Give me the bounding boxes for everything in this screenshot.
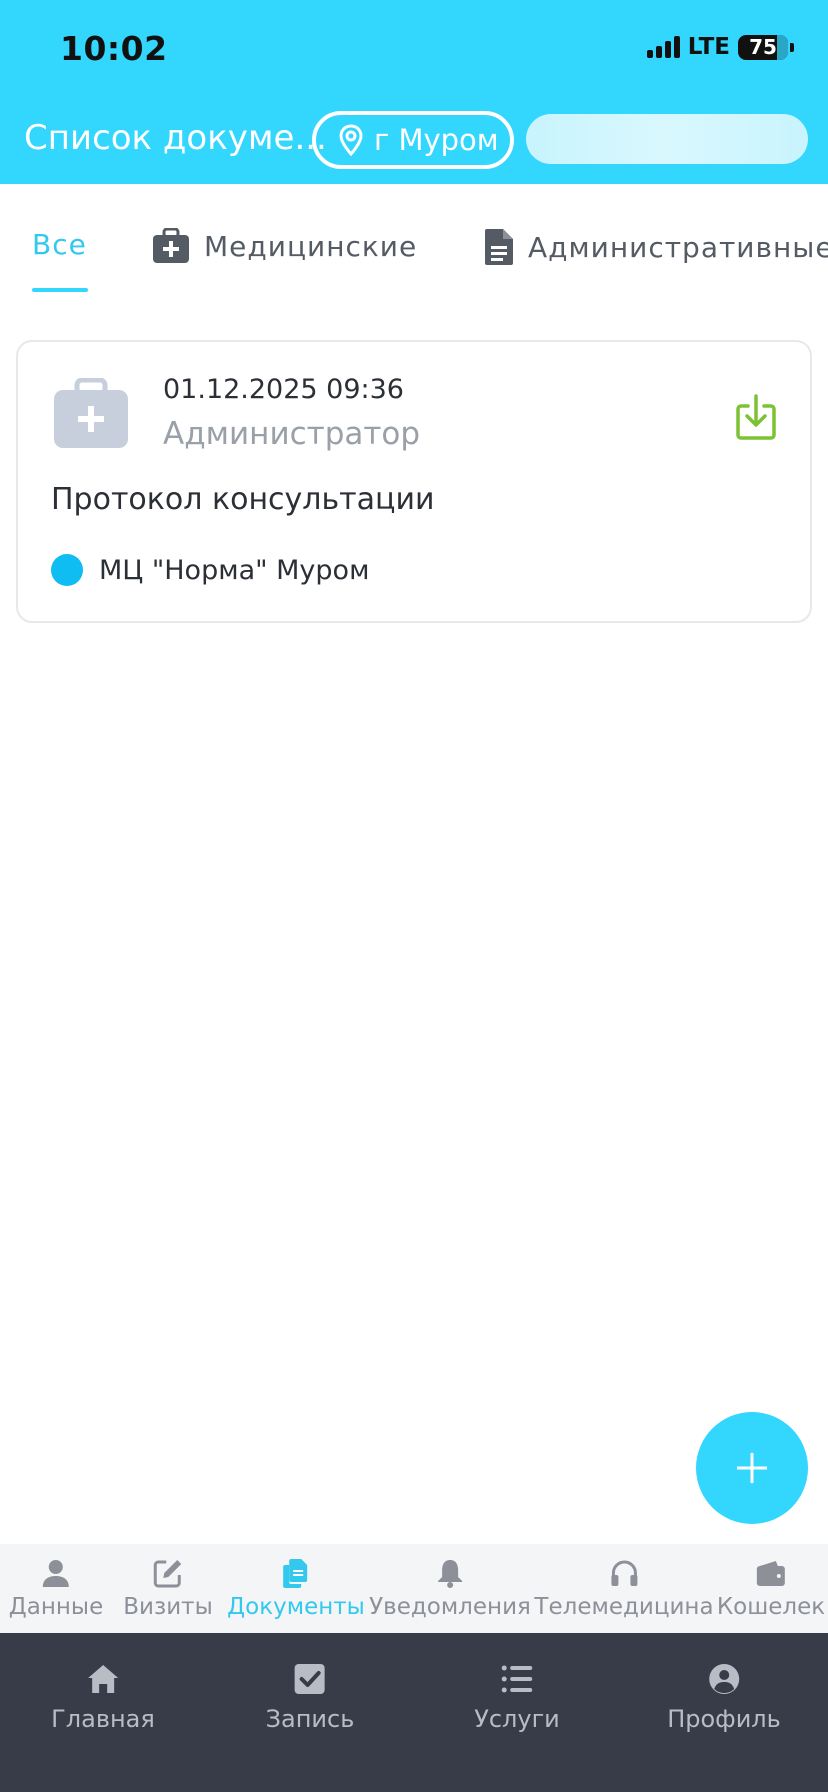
status-indicators: LTE 75 (646, 34, 794, 60)
section-nav-label: Телемедицина (534, 1594, 714, 1620)
city-label: г Муром (374, 123, 499, 157)
bell-icon (438, 1560, 462, 1588)
document-title: Протокол консультации (51, 482, 435, 517)
document-clinic: МЦ "Норма" Муром (51, 554, 369, 586)
section-nav: Данные Визиты Документы Уведомления Теле… (0, 1544, 828, 1633)
clinic-name: МЦ "Норма" Муром (99, 554, 370, 586)
section-nav-label: Документы (227, 1594, 365, 1620)
add-document-button[interactable] (696, 1412, 808, 1524)
status-time: 10:02 (60, 29, 168, 68)
signal-icon (646, 36, 680, 58)
document-card[interactable]: 01.12.2025 09:36 Администратор Протокол … (16, 340, 812, 623)
active-tab-indicator (32, 288, 88, 292)
bottom-nav: Главная Запись Услуги Профиль (0, 1633, 828, 1792)
documents-icon (282, 1559, 307, 1588)
page-title: Список докуме... (24, 118, 327, 158)
profile-icon (708, 1664, 739, 1694)
bottom-nav-label: Профиль (667, 1705, 781, 1733)
edit-icon (153, 1560, 181, 1588)
bottom-nav-label: Главная (51, 1705, 155, 1733)
battery-level: 75 (749, 34, 777, 59)
section-nav-item-notifications[interactable]: Уведомления (369, 1558, 531, 1620)
list-icon (501, 1665, 532, 1693)
tab-all[interactable]: Все (32, 228, 87, 261)
tab-label: Административные (528, 230, 828, 264)
app-screen: 10:02 LTE 75 Список докуме... г Муром Вс… (0, 0, 828, 1792)
section-nav-label: Кошелек (716, 1594, 826, 1620)
bottom-nav-label: Запись (265, 1705, 355, 1733)
document-author: Администратор (163, 416, 421, 452)
section-nav-item-wallet[interactable]: Кошелек (717, 1558, 825, 1620)
section-nav-item-data[interactable]: Данные (9, 1558, 103, 1620)
headphones-icon (610, 1560, 637, 1586)
section-nav-item-telemedicine[interactable]: Телемедицина (534, 1558, 714, 1620)
bottom-nav-label: Услуги (474, 1705, 560, 1733)
network-type: LTE (687, 34, 730, 60)
bottom-nav-item-profile[interactable]: Профиль (667, 1663, 781, 1733)
city-selector[interactable]: г Муром (312, 111, 514, 169)
location-pin-icon (339, 124, 363, 156)
download-icon[interactable] (736, 394, 776, 440)
wallet-icon (757, 1561, 785, 1586)
checkbox-icon (294, 1664, 325, 1694)
tab-label: Медицинские (204, 229, 418, 263)
battery-tip (790, 42, 794, 52)
bottom-nav-item-booking[interactable]: Запись (265, 1663, 355, 1733)
section-nav-label: Уведомления (369, 1594, 531, 1620)
medical-case-icon (153, 228, 189, 263)
section-nav-item-documents[interactable]: Документы (227, 1558, 365, 1620)
document-datetime: 01.12.2025 09:36 (163, 374, 404, 405)
section-nav-label: Визиты (123, 1594, 213, 1620)
search-field[interactable] (526, 114, 808, 164)
home-icon (87, 1665, 118, 1693)
tab-label: Все (32, 228, 87, 261)
bottom-nav-item-services[interactable]: Услуги (474, 1663, 560, 1733)
bottom-nav-item-home[interactable]: Главная (51, 1663, 155, 1733)
document-tabs: Все Медицинские Административные (0, 184, 828, 302)
plus-icon (737, 1453, 767, 1483)
section-nav-item-visits[interactable]: Визиты (123, 1558, 213, 1620)
document-icon (485, 229, 513, 265)
section-nav-label: Данные (8, 1594, 104, 1620)
tab-administrative[interactable]: Административные (484, 228, 828, 266)
clinic-color-dot (51, 554, 83, 586)
person-icon (42, 1560, 69, 1587)
header: 10:02 LTE 75 Список докуме... г Муром (0, 0, 828, 184)
tab-medical[interactable]: Медицинские (152, 228, 417, 264)
medical-case-icon (54, 378, 128, 448)
battery-icon: 75 (738, 34, 788, 60)
